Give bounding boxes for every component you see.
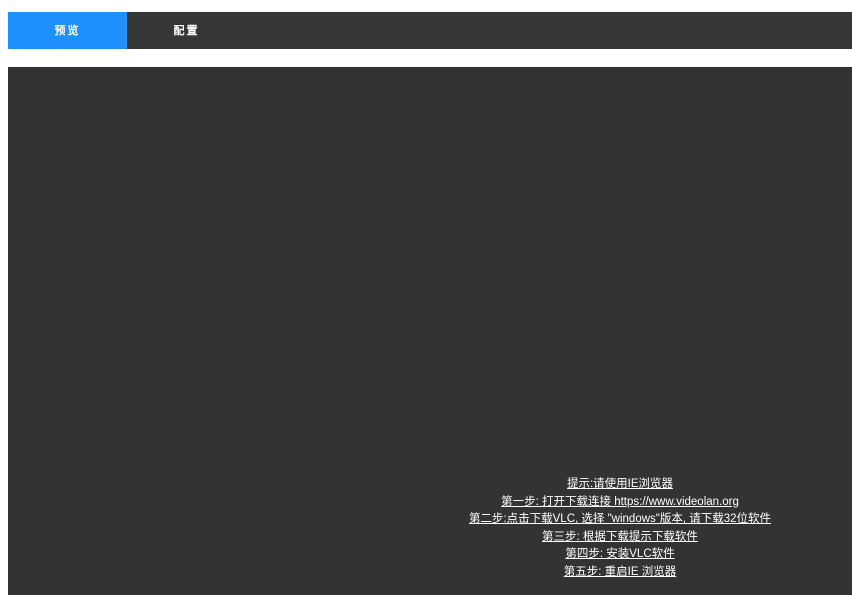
app-window: 预览 配置 提示:请使用IE浏览器 第一步: 打开下载连接 https://ww… — [8, 12, 852, 595]
tab-preview[interactable]: 预览 — [8, 12, 127, 49]
tab-bar: 预览 配置 — [8, 12, 852, 49]
tab-divider-strip — [8, 49, 852, 67]
tab-config[interactable]: 配置 — [127, 12, 246, 49]
tip-step-2[interactable]: 第二步:点击下载VLC, 选择 "windows"版本, 请下载32位软件 — [410, 511, 830, 529]
tip-step-3[interactable]: 第三步: 根据下载提示下载软件 — [410, 529, 830, 547]
tip-step-4[interactable]: 第四步: 安装VLC软件 — [410, 546, 830, 564]
tip-step-1[interactable]: 第一步: 打开下载连接 https://www.videolan.org — [410, 494, 830, 512]
video-preview-area: 提示:请使用IE浏览器 第一步: 打开下载连接 https://www.vide… — [8, 67, 852, 595]
tip-step-5[interactable]: 第五步: 重启IE 浏览器 — [410, 564, 830, 582]
tip-notice[interactable]: 提示:请使用IE浏览器 — [410, 476, 830, 494]
plugin-install-tips: 提示:请使用IE浏览器 第一步: 打开下载连接 https://www.vide… — [410, 476, 830, 581]
